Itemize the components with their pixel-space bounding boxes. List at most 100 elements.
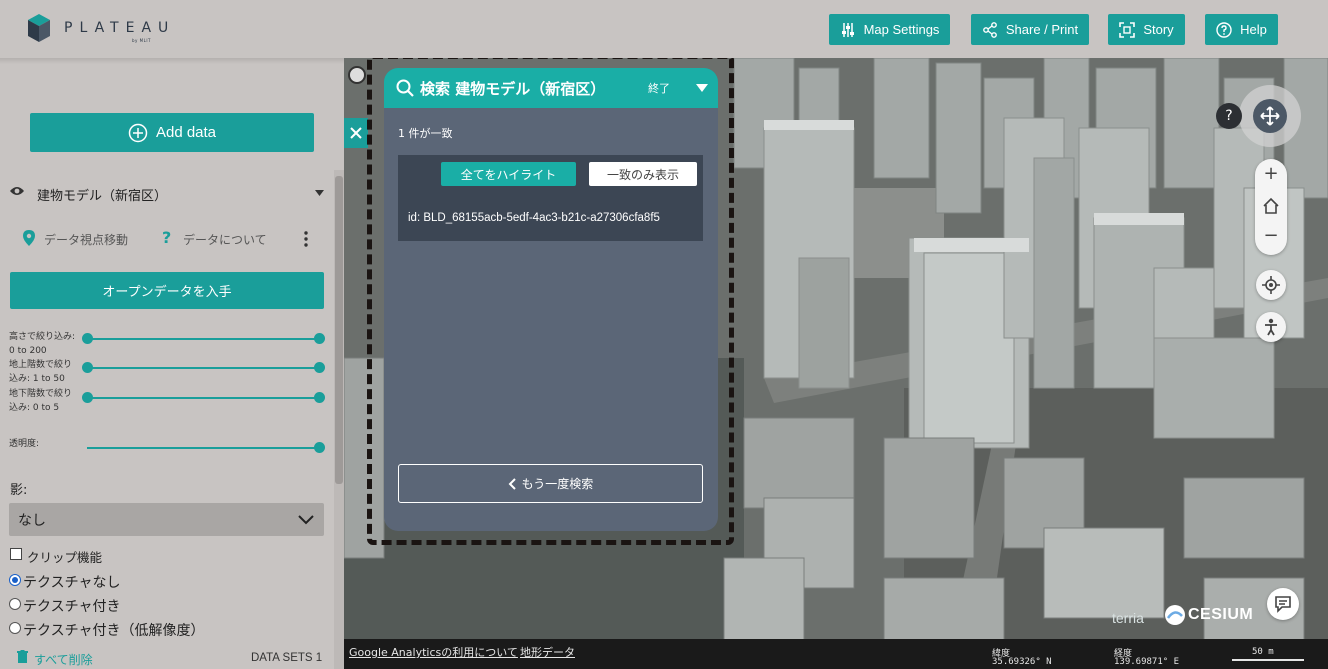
chevron-down-icon (298, 515, 314, 525)
datasets-count: DATA SETS 1 (251, 652, 323, 664)
texture-option-low[interactable]: テクスチャ付き（低解像度） (23, 620, 204, 640)
shadow-select[interactable]: なし (9, 503, 324, 536)
person-icon (1265, 318, 1277, 336)
terrain-data-link[interactable]: 地形データ (520, 644, 575, 660)
logo-subtext: by MLIT (132, 38, 151, 43)
plateau-logo[interactable]: PLATEAU (28, 14, 175, 42)
floors-above-max-handle[interactable] (314, 362, 325, 373)
home-icon (1263, 197, 1279, 214)
floors-below-min-handle[interactable] (82, 392, 93, 403)
floors-below-track[interactable] (87, 397, 319, 399)
eye-icon[interactable] (9, 185, 25, 197)
feedback-button[interactable] (1267, 588, 1299, 620)
texture-radio-0[interactable] (9, 574, 21, 586)
help-glyph: ? (1225, 108, 1233, 124)
cesium-credit[interactable]: CESIUM (1164, 604, 1253, 626)
floors-above-line1: 地上階数で絞り (9, 360, 73, 370)
texture-option-with[interactable]: テクスチャ付き (23, 596, 120, 616)
zoom-control: + − (1255, 159, 1287, 255)
scale-label: 50 m (1252, 647, 1274, 657)
scroll-thumb[interactable] (335, 176, 343, 484)
location-marker-icon[interactable] (348, 66, 366, 84)
zoom-out-button[interactable]: − (1255, 225, 1287, 249)
terria-credit[interactable]: terria (1112, 610, 1144, 626)
panel-top-shadow (0, 58, 344, 64)
floors-below-line2: 込み: 0 to 5 (9, 403, 60, 413)
about-data-link[interactable]: データについて (183, 231, 267, 248)
opacity-track[interactable] (87, 447, 319, 449)
remove-all-button[interactable]: すべて削除 (34, 651, 93, 668)
close-icon (350, 127, 362, 139)
height-filter-track[interactable] (87, 338, 319, 340)
clip-checkbox[interactable] (10, 548, 22, 560)
story-frame-icon (1119, 21, 1136, 38)
pedestrian-mode-button[interactable] (1256, 312, 1286, 342)
help-button[interactable]: Help (1205, 14, 1278, 45)
sliders-icon (841, 22, 854, 37)
app-header: PLATEAU by MLIT Map Settings Share / Pri… (0, 0, 1328, 58)
open-data-button[interactable]: オープンデータを入手 (10, 272, 324, 309)
floors-below-max-handle[interactable] (314, 392, 325, 403)
panel-scrollbar[interactable] (334, 170, 344, 669)
help-label: Help (1240, 22, 1267, 37)
height-filter-label: 高さで絞り込み: 0 to 200 (9, 330, 75, 358)
map-help-button[interactable]: ? (1216, 103, 1242, 129)
floors-below-line1: 地下階数で絞り (9, 389, 73, 399)
locate-icon (1262, 276, 1280, 294)
texture-radio-2[interactable] (9, 622, 21, 634)
texture-option-none[interactable]: テクスチャなし (23, 572, 120, 592)
google-analytics-link[interactable]: Google Analyticsの利用について (349, 644, 518, 660)
plus-circle-icon (128, 123, 148, 142)
texture-radio-1[interactable] (9, 598, 21, 610)
map-settings-label: Map Settings (863, 22, 940, 37)
pan-arrows-icon (1260, 106, 1280, 126)
story-button[interactable]: Story (1108, 14, 1185, 45)
floors-above-min-handle[interactable] (82, 362, 93, 373)
shadow-select-value: なし (18, 513, 46, 529)
cesium-credit-text: CESIUM (1188, 606, 1254, 623)
story-label: Story (1143, 22, 1174, 37)
highlight-dashed-frame (367, 54, 734, 545)
map-status-bar: Google Analyticsの利用について 地形データ 緯度 35.6932… (344, 639, 1328, 669)
floors-below-filter-label: 地下階数で絞り 込み: 0 to 5 (9, 387, 72, 415)
zoom-to-data-link[interactable]: データ視点移動 (44, 231, 128, 248)
home-button[interactable] (1262, 197, 1280, 215)
opacity-label: 透明度: (9, 439, 40, 449)
shadow-label: 影: (10, 483, 28, 498)
trash-icon (17, 650, 28, 663)
share-print-label: Share / Print (1005, 22, 1079, 37)
workbench-close-tab[interactable] (344, 118, 368, 148)
zoom-in-button[interactable]: + (1255, 163, 1287, 187)
chat-bubble-icon (1275, 596, 1291, 613)
help-circle-icon (1216, 21, 1232, 38)
cesium-logo-icon (1165, 605, 1185, 625)
collapse-caret-icon[interactable] (315, 190, 324, 196)
height-filter-line2: 0 to 200 (9, 346, 47, 356)
height-filter-max-handle[interactable] (314, 333, 325, 344)
scale-bar (1232, 659, 1304, 661)
height-filter-min-handle[interactable] (82, 333, 93, 344)
floors-above-track[interactable] (87, 367, 319, 369)
longitude-value: 139.69871° E (1114, 657, 1180, 667)
question-mark-icon: ? (162, 228, 172, 247)
dataset-title[interactable]: 建物モデル（新宿区） (37, 185, 167, 204)
open-data-label: オープンデータを入手 (102, 285, 232, 300)
map-pin-icon (23, 230, 35, 246)
opacity-handle[interactable] (314, 442, 325, 453)
clip-label[interactable]: クリップ機能 (27, 547, 102, 566)
map-settings-button[interactable]: Map Settings (829, 14, 950, 45)
share-icon (982, 21, 997, 38)
floors-above-filter-label: 地上階数で絞り 込み: 1 to 50 (9, 358, 72, 386)
add-data-label: Add data (155, 124, 217, 141)
share-print-button[interactable]: Share / Print (971, 14, 1089, 45)
add-data-button[interactable]: Add data (30, 113, 314, 152)
height-filter-line1: 高さで絞り込み: (9, 332, 76, 342)
more-vertical-icon[interactable] (303, 230, 309, 248)
latitude-value: 35.69326° N (992, 657, 1052, 667)
floors-above-line2: 込み: 1 to 50 (9, 374, 65, 384)
my-location-button[interactable] (1256, 270, 1286, 300)
logo-text: PLATEAU (64, 20, 176, 36)
workbench-panel: Add data 建物モデル（新宿区） データ視点移動 ? データについて オー… (0, 58, 344, 669)
compass-control[interactable] (1239, 85, 1301, 147)
plateau-cube-icon (28, 14, 50, 42)
